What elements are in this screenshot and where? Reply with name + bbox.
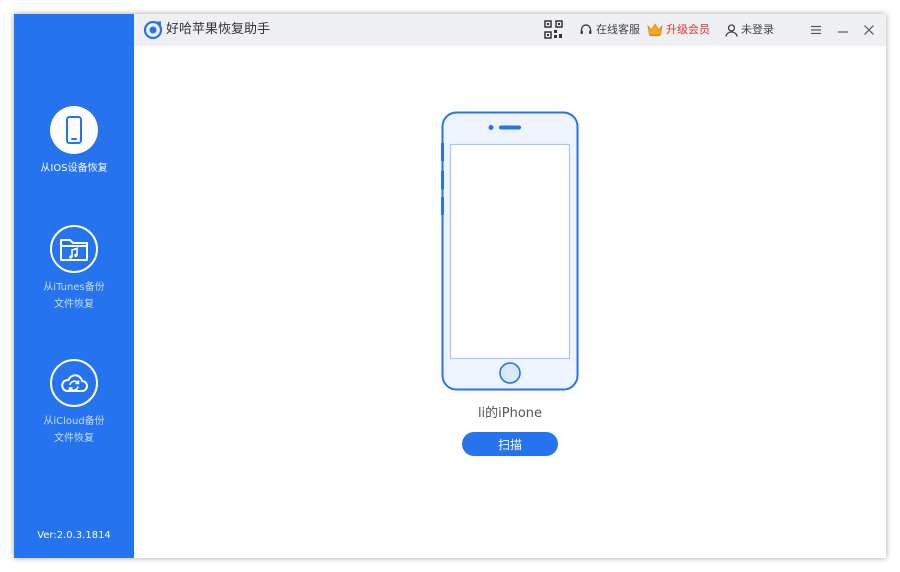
scan-button[interactable]: 扫描 bbox=[462, 432, 558, 456]
qr-code-button[interactable] bbox=[544, 20, 563, 39]
hamburger-menu-icon bbox=[811, 25, 821, 35]
crown-icon bbox=[647, 23, 663, 37]
login-button[interactable]: 未登录 bbox=[725, 22, 774, 38]
sidebar-item-itunes-backup[interactable]: 从iTunes备份 文件恢复 bbox=[14, 225, 134, 313]
main-panel: li的iPhone 扫描 bbox=[134, 46, 886, 558]
device-name: li的iPhone bbox=[477, 406, 543, 421]
qr-code-icon bbox=[544, 20, 563, 39]
sidebar-item-label: 从iCloud备份 文件恢复 bbox=[43, 416, 105, 444]
online-service-label: 在线客服 bbox=[596, 23, 640, 36]
app-logo-icon bbox=[144, 21, 162, 39]
login-label: 未登录 bbox=[741, 23, 774, 36]
sidebar-item-icloud-backup[interactable]: 从iCloud备份 文件恢复 bbox=[14, 359, 134, 447]
close-button[interactable] bbox=[859, 20, 879, 40]
menu-button[interactable] bbox=[806, 20, 826, 40]
music-folder-icon bbox=[50, 225, 98, 273]
headset-icon bbox=[580, 24, 592, 34]
app-window: 从IOS设备恢复 从iTunes备份 文件恢复 从iCloud备份 文件恢复 V… bbox=[14, 14, 886, 558]
sidebar-item-label: 从iTunes备份 文件恢复 bbox=[43, 282, 105, 310]
app-title: 好哈苹果恢复助手 bbox=[166, 22, 271, 37]
sidebar-item-ios-device[interactable]: 从IOS设备恢复 bbox=[14, 106, 134, 177]
sidebar: 从IOS设备恢复 从iTunes备份 文件恢复 从iCloud备份 文件恢复 V… bbox=[14, 14, 134, 558]
user-icon bbox=[725, 23, 738, 37]
close-icon bbox=[864, 25, 874, 35]
title-bar: 好哈苹果恢复助手 在线客服 升级会员 未登录 bbox=[134, 14, 886, 46]
upgrade-vip-button[interactable]: 升级会员 bbox=[647, 22, 710, 38]
minimize-icon bbox=[838, 31, 848, 33]
cloud-sync-icon bbox=[50, 359, 98, 407]
version-label: Ver:2.0.3.1814 bbox=[37, 530, 111, 541]
sidebar-item-label: 从IOS设备恢复 bbox=[40, 163, 108, 174]
minimize-button[interactable] bbox=[833, 20, 853, 40]
iphone-illustration bbox=[441, 111, 579, 391]
upgrade-vip-label: 升级会员 bbox=[666, 23, 710, 36]
iphone-icon bbox=[50, 106, 98, 154]
online-service-button[interactable]: 在线客服 bbox=[579, 22, 640, 38]
